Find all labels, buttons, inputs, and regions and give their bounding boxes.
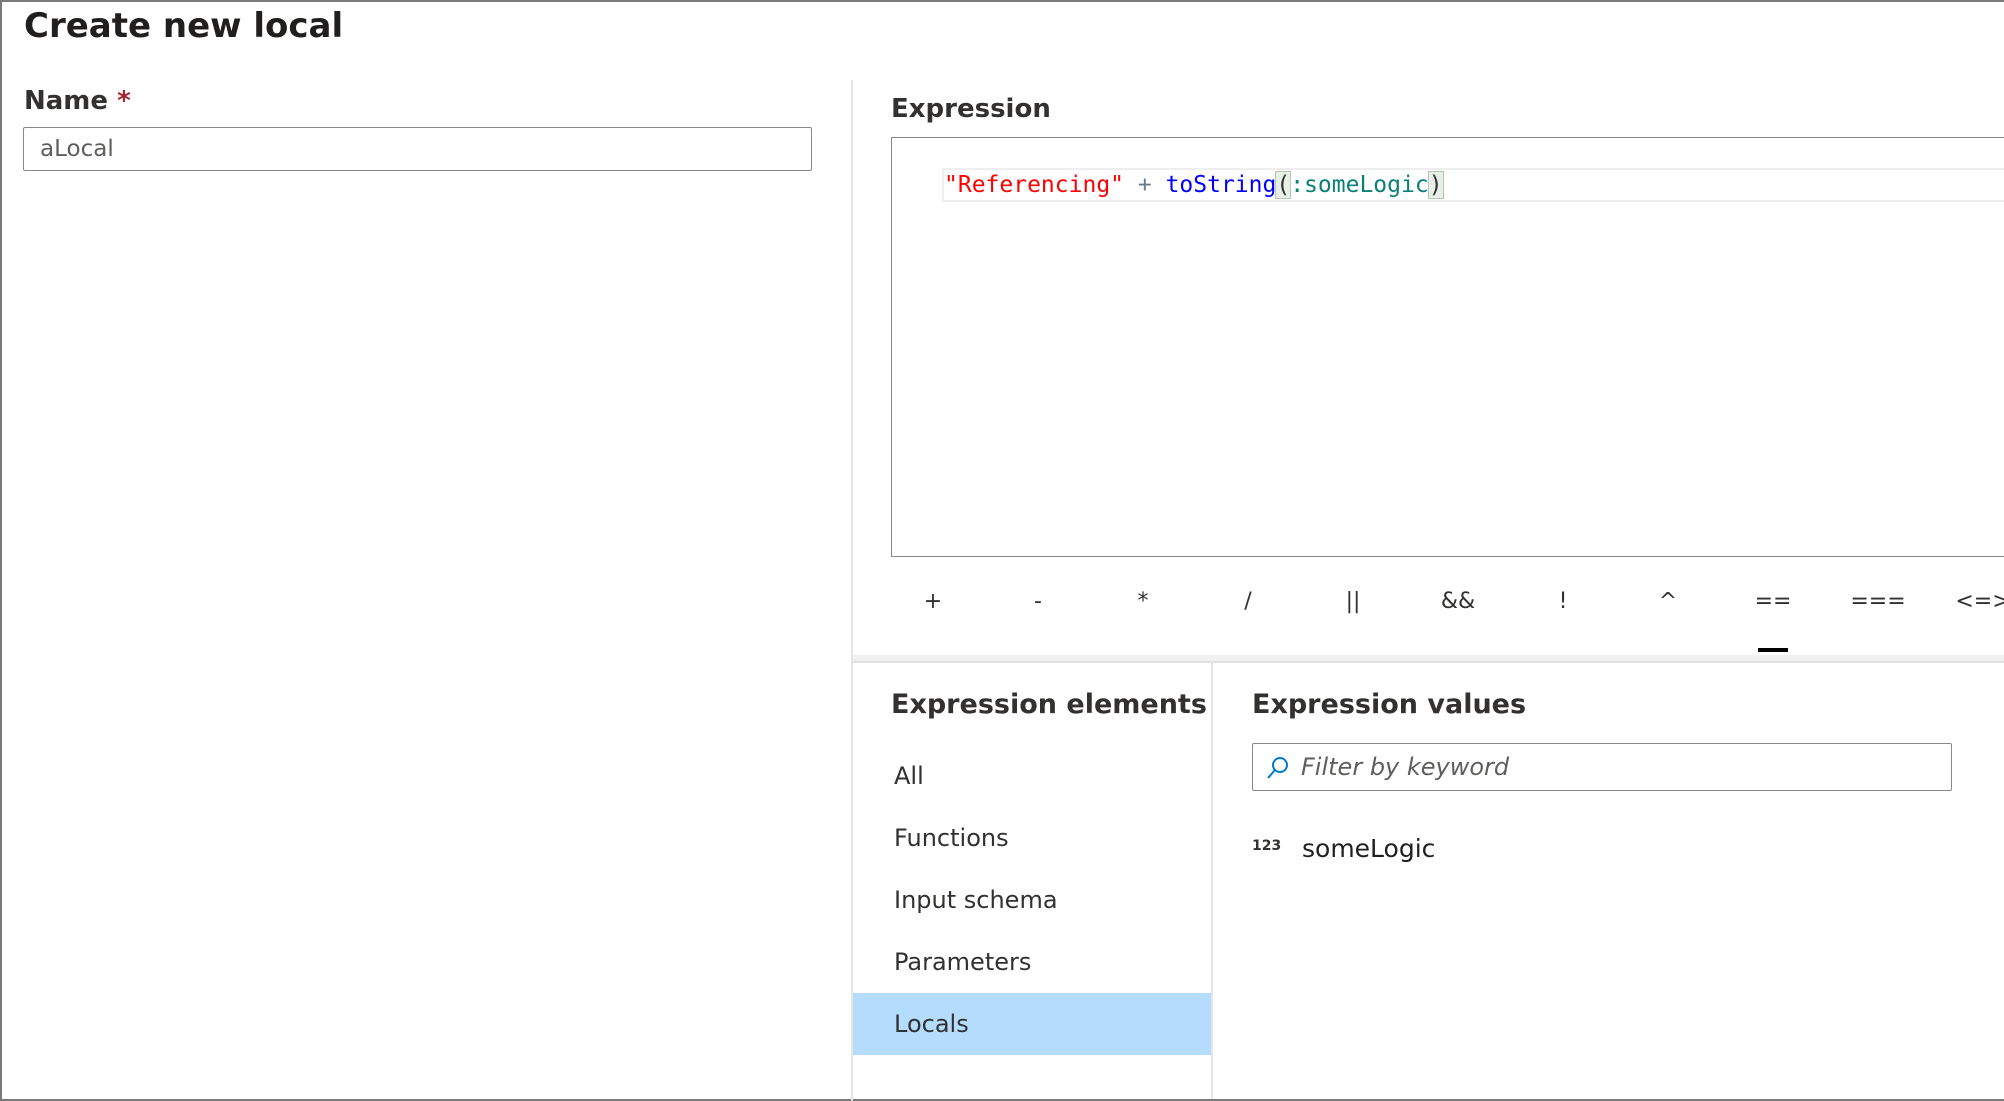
code-token-function: toString (1165, 172, 1277, 198)
operator-button[interactable]: === (1838, 580, 1918, 630)
expression-values-title: Expression values (1252, 689, 1527, 720)
expression-element-functions[interactable]: Functions (853, 807, 1211, 869)
dialog-title: Create new local (24, 6, 344, 46)
horizontal-divider (853, 655, 2004, 663)
name-input[interactable] (23, 127, 812, 171)
expression-editor[interactable]: "Referencing" + toString(:someLogic) (891, 137, 2004, 557)
code-token-bracket: ) (1427, 171, 1444, 199)
code-token-bracket: ( (1275, 171, 1292, 199)
operator-toolbar: + - * / || &&! ^ == === <=> (851, 580, 2004, 652)
code-token-reference: :someLogic (1290, 172, 1429, 198)
expression-element-parameters[interactable]: Parameters (853, 931, 1211, 993)
expression-element-all[interactable]: All (853, 745, 1211, 807)
expression-elements-title: Expression elements (891, 689, 1207, 720)
operator-button[interactable]: == (1733, 580, 1813, 652)
expression-value-label: someLogic (1302, 834, 1436, 863)
search-icon (1267, 757, 1288, 779)
operator-button[interactable]: + (893, 580, 973, 630)
code-line[interactable]: "Referencing" + toString(:someLogic) (942, 168, 2004, 202)
expression-element-input-schema[interactable]: Input schema (853, 869, 1211, 931)
code-token-string: "Referencing" (944, 172, 1125, 198)
operator-button[interactable]: - (998, 580, 1078, 630)
name-label-text: Name (24, 86, 109, 116)
operator-button[interactable]: && (1418, 580, 1498, 630)
name-label: Name * (24, 86, 131, 116)
required-marker: * (117, 86, 131, 116)
code-token-operator: + (1124, 172, 1166, 198)
filter-box[interactable] (1252, 743, 1952, 791)
operator-button[interactable]: <=> (1943, 580, 2004, 630)
operator-button[interactable]: * (1103, 580, 1183, 630)
operator-button[interactable]: ! (1523, 580, 1603, 630)
operator-button[interactable]: || (1313, 580, 1393, 630)
filter-input[interactable] (1301, 744, 1941, 790)
operator-button[interactable]: ^ (1628, 580, 1708, 630)
operator-button[interactable]: / (1208, 580, 1288, 630)
expression-value-item[interactable]: 123 someLogic (1252, 830, 1852, 874)
expression-element-locals[interactable]: Locals (853, 993, 1211, 1055)
expression-elements-panel: Expression elements All Functions Input sc… (853, 663, 1213, 1099)
number-type-icon: 123 (1252, 838, 1282, 854)
expression-label: Expression (891, 94, 1051, 124)
